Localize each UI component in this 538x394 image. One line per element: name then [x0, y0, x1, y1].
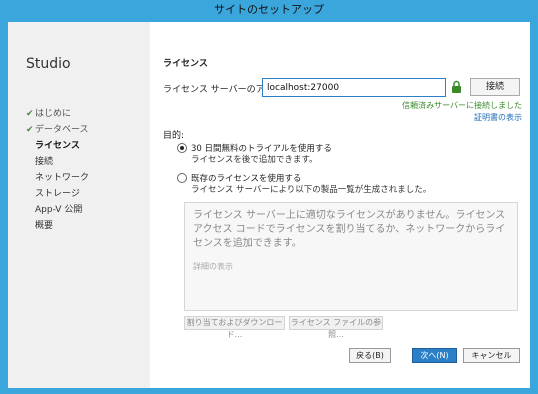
sidebar-item-license[interactable]: ライセンス: [26, 138, 89, 154]
sidebar-item-storage[interactable]: ストレージ: [26, 186, 89, 202]
view-certificate-link[interactable]: 証明書の表示: [474, 112, 522, 123]
sidebar-item-label: ネットワーク: [35, 173, 90, 183]
trial-option-description: ライセンスを後で追加できます。: [191, 155, 318, 165]
sidebar-item-connection[interactable]: 接続: [26, 154, 89, 170]
sidebar-item-summary[interactable]: 概要: [26, 218, 89, 234]
existing-license-radio[interactable]: [177, 173, 187, 183]
checkmark-icon: ✔: [26, 125, 34, 135]
show-details-link[interactable]: 詳細の表示: [193, 261, 233, 272]
connect-button[interactable]: 接続: [470, 78, 520, 96]
sidebar-item-label: ライセンス: [35, 141, 80, 151]
sidebar-item-label: ストレージ: [35, 189, 80, 199]
existing-license-description: ライセンス サーバーにより以下の製品一覧が生成されました。: [191, 185, 432, 195]
trial-radio[interactable]: [177, 143, 187, 153]
sidebar-item-database[interactable]: ✔データベース: [26, 122, 89, 138]
next-button[interactable]: 次へ(N): [412, 348, 457, 363]
back-button[interactable]: 戻る(B): [349, 348, 391, 363]
assign-download-button[interactable]: 割り当ておよびダウンロード...: [184, 316, 285, 339]
sidebar-item-intro[interactable]: ✔はじめに: [26, 106, 89, 122]
section-title: ライセンス: [163, 59, 208, 69]
no-license-message: ライセンス サーバー上に適切なライセンスがありません。ライセンス アクセス コー…: [193, 210, 506, 249]
window-title: サイトのセットアップ: [214, 3, 324, 16]
lock-icon: [452, 80, 461, 93]
brand-label: Studio: [26, 56, 71, 72]
license-product-list: ライセンス サーバー上に適切なライセンスがありません。ライセンス アクセス コー…: [184, 202, 518, 311]
cancel-button[interactable]: キャンセル: [463, 348, 520, 363]
sidebar-item-network[interactable]: ネットワーク: [26, 170, 89, 186]
license-panel: ライセンス ライセンス サーバーのアドレス: 接続 信頼済みサーバーに接続しまし…: [150, 22, 530, 388]
sidebar-item-label: 接続: [35, 157, 54, 167]
sidebar-nav: ✔はじめに ✔データベース ライセンス 接続 ネットワーク ストレージ App-…: [26, 106, 89, 234]
sidebar-item-label: App-V 公開: [35, 205, 83, 215]
sidebar: Studio ✔はじめに ✔データベース ライセンス 接続 ネットワーク ストレ…: [8, 22, 150, 388]
sidebar-item-label: データベース: [35, 125, 89, 135]
sidebar-item-appv[interactable]: App-V 公開: [26, 202, 89, 218]
sidebar-item-label: 概要: [35, 221, 54, 231]
window-titlebar: サイトのセットアップ: [0, 0, 538, 22]
trusted-status: 信頼済みサーバーに接続しました: [402, 101, 522, 110]
server-address-input[interactable]: [262, 78, 446, 97]
checkmark-icon: ✔: [26, 109, 34, 119]
sidebar-item-label: はじめに: [35, 109, 72, 119]
purpose-label: 目的:: [163, 131, 185, 141]
browse-license-file-button[interactable]: ライセンス ファイルの参照...: [289, 316, 383, 339]
setup-window: Studio ✔はじめに ✔データベース ライセンス 接続 ネットワーク ストレ…: [8, 22, 530, 388]
